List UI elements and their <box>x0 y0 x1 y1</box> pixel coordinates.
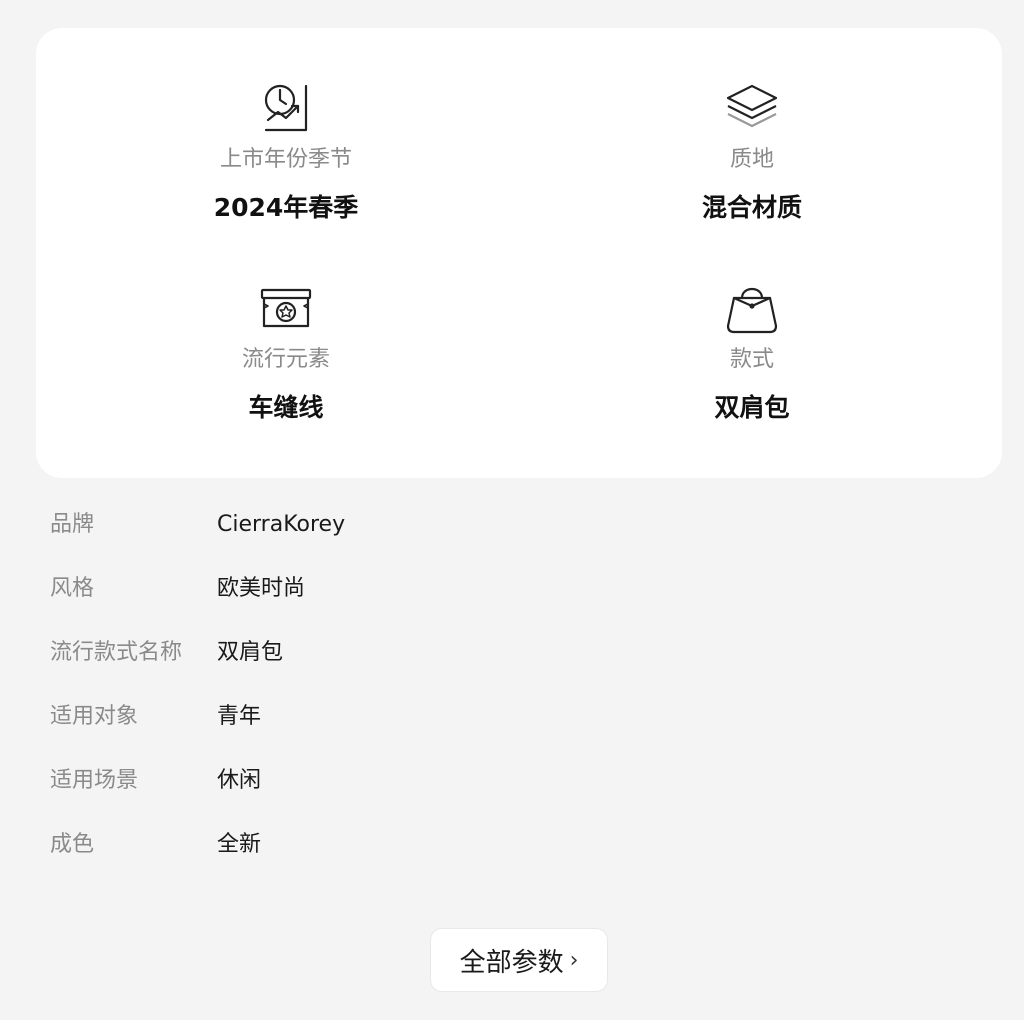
feature-value: 2024年春季 <box>213 193 359 222</box>
key-attributes-card: 上市年份季节 2024年春季 质地 混合材质 流行元素 车缝线 款式 双肩包 <box>36 28 1002 478</box>
feature-value: 混合材质 <box>701 193 802 222</box>
feature-label: 流行元素 <box>241 347 330 372</box>
feature-label: 款式 <box>729 347 774 372</box>
layers-icon <box>726 84 778 128</box>
spec-value: 青年 <box>217 704 262 729</box>
spec-key: 风格 <box>50 576 95 601</box>
spec-row: 成色 全新 <box>50 823 950 887</box>
chevron-right-icon: › <box>569 947 579 973</box>
feature-texture: 质地 混合材质 <box>602 80 902 224</box>
spec-list: 品牌 CierraKorey 风格 欧美时尚 流行款式名称 双肩包 适用对象 青… <box>50 503 950 887</box>
all-parameters-button[interactable]: 全部参数 › <box>430 928 608 992</box>
spec-value: 欧美时尚 <box>217 576 306 601</box>
feature-launch-season: 上市年份季节 2024年春季 <box>136 80 436 224</box>
calendar-chart-icon <box>264 84 308 132</box>
feature-trend-element: 流行元素 车缝线 <box>136 280 436 424</box>
handbag-icon <box>726 287 778 334</box>
spec-value: 休闲 <box>217 768 262 793</box>
spec-row: 风格 欧美时尚 <box>50 567 950 631</box>
spec-row: 品牌 CierraKorey <box>50 503 950 567</box>
feature-label: 上市年份季节 <box>219 147 352 172</box>
feature-label: 质地 <box>729 147 774 172</box>
badge-box-icon <box>260 288 312 328</box>
spec-value: CierraKorey <box>217 512 346 537</box>
all-parameters-label: 全部参数 <box>459 947 564 978</box>
spec-key: 流行款式名称 <box>50 640 183 665</box>
spec-key: 适用场景 <box>50 768 139 793</box>
spec-key: 品牌 <box>50 512 95 537</box>
spec-key: 成色 <box>50 832 95 857</box>
spec-key: 适用对象 <box>50 704 139 729</box>
feature-value: 双肩包 <box>714 393 790 422</box>
feature-value: 车缝线 <box>248 393 324 422</box>
spec-row: 适用对象 青年 <box>50 695 950 759</box>
spec-row: 适用场景 休闲 <box>50 759 950 823</box>
feature-style: 款式 双肩包 <box>602 280 902 424</box>
spec-value: 全新 <box>217 832 262 857</box>
spec-value: 双肩包 <box>217 640 284 665</box>
spec-row: 流行款式名称 双肩包 <box>50 631 950 695</box>
